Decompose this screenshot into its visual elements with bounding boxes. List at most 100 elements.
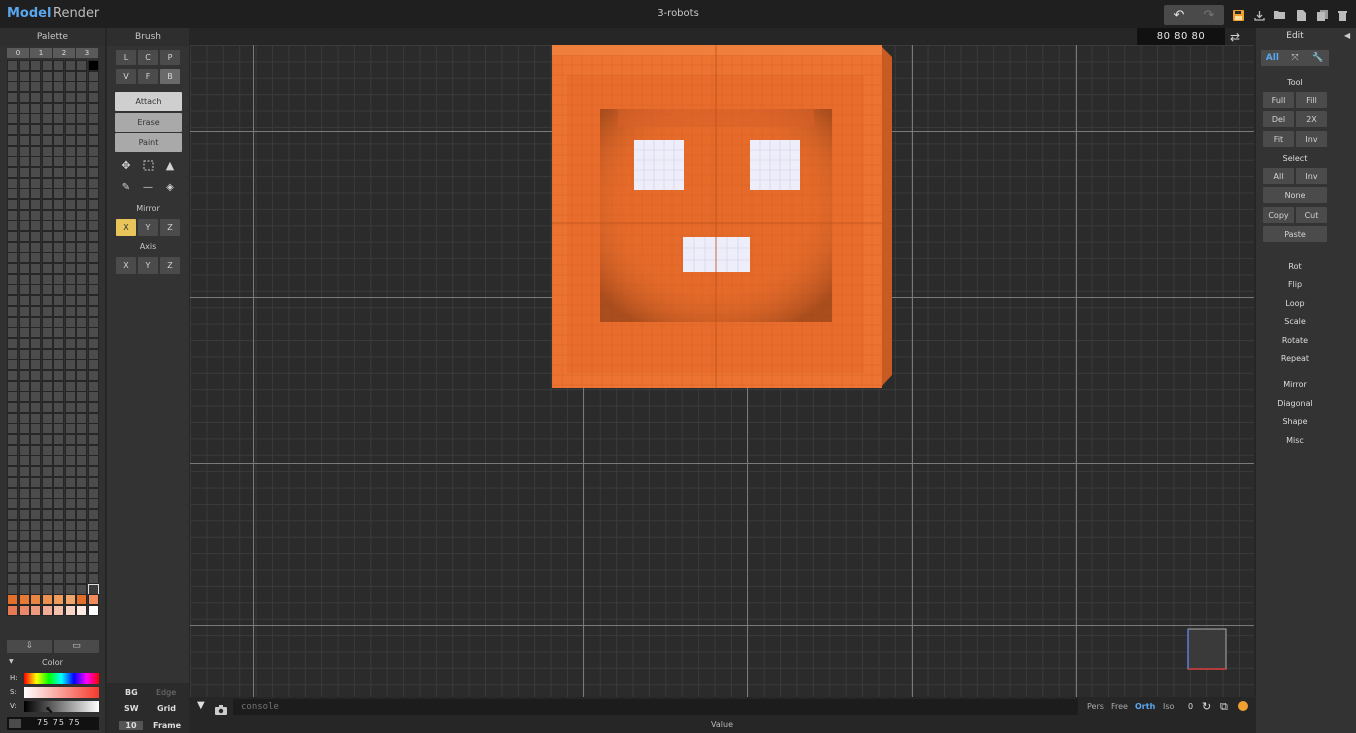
palette-swatch[interactable] (53, 145, 64, 157)
palette-swatch[interactable] (64, 434, 76, 446)
undo-icon[interactable]: ↶ (1164, 5, 1194, 25)
palette-swatch[interactable] (53, 487, 64, 499)
palette-swatch[interactable] (64, 348, 76, 360)
palette-swatch[interactable] (7, 102, 18, 114)
palette-swatch[interactable] (7, 113, 18, 125)
palette-swatch[interactable] (30, 337, 41, 349)
palette-swatch[interactable] (30, 498, 41, 510)
palette-swatch[interactable] (18, 188, 30, 200)
palette-swatch[interactable] (30, 145, 41, 157)
palette-swatch[interactable] (7, 220, 18, 232)
palette-swatch[interactable] (41, 573, 53, 584)
palette-swatch[interactable] (7, 583, 18, 595)
copy-button[interactable]: Copy (1263, 207, 1294, 223)
palette-swatch[interactable] (64, 476, 76, 488)
palette-swatch[interactable] (87, 444, 99, 456)
palette-swatch[interactable] (53, 573, 64, 584)
palette-swatch[interactable] (87, 391, 99, 403)
value-bar[interactable] (24, 701, 99, 712)
palette-swatch[interactable] (41, 263, 53, 275)
palette-swatch[interactable] (30, 134, 41, 146)
palette-swatch[interactable] (30, 476, 41, 488)
palette-swatch[interactable] (18, 295, 30, 307)
palette-swatch[interactable] (64, 124, 76, 136)
palette-swatch[interactable] (76, 391, 87, 403)
palette-swatch[interactable] (30, 487, 41, 499)
palette-swatch[interactable] (64, 198, 76, 210)
palette-swatch[interactable] (76, 156, 87, 168)
palette-swatch[interactable] (7, 348, 18, 360)
palette-swatch[interactable] (7, 444, 18, 456)
palette-swatch[interactable] (64, 455, 76, 467)
palette-swatch[interactable] (87, 316, 99, 328)
palette-swatch[interactable] (41, 156, 53, 168)
tool-fit-button[interactable]: Fit (1263, 131, 1294, 147)
palette-swatch[interactable] (7, 327, 18, 339)
palette-swatch[interactable] (30, 434, 41, 446)
palette-swatch[interactable] (53, 102, 64, 114)
palette-swatch[interactable] (41, 327, 53, 339)
palette-swatch[interactable] (18, 412, 30, 424)
console-input[interactable] (233, 699, 1078, 715)
palette-swatch[interactable] (76, 284, 87, 296)
palette-swatch[interactable] (87, 551, 99, 563)
palette-swatch[interactable] (87, 540, 99, 552)
palette-swatch[interactable] (7, 605, 18, 617)
palette-swatch[interactable] (87, 177, 99, 189)
palette-swatch[interactable] (41, 412, 53, 424)
palette-swatch[interactable] (7, 284, 18, 296)
palette-swatch[interactable] (64, 487, 76, 499)
edit-tab-wrench-icon[interactable]: 🔧 (1306, 50, 1329, 66)
palette-swatch[interactable] (30, 60, 41, 71)
palette-swatch[interactable] (87, 466, 99, 478)
palette-swatch[interactable] (53, 284, 64, 296)
palette-swatch[interactable] (76, 70, 87, 82)
palette-swatch[interactable] (41, 284, 53, 296)
palette-swatch[interactable] (76, 241, 87, 253)
palette-swatch[interactable] (7, 198, 18, 210)
palette-swatch[interactable] (7, 166, 18, 178)
palette-swatch[interactable] (30, 423, 41, 435)
bucket-icon[interactable]: ◈ (160, 178, 180, 196)
palette-swatch[interactable] (53, 231, 64, 242)
move-icon[interactable]: ✥ (116, 156, 136, 174)
palette-swatch[interactable] (7, 252, 18, 264)
palette-swatch[interactable] (7, 295, 18, 307)
palette-swatch[interactable] (87, 60, 99, 71)
palette-swatch[interactable] (18, 273, 30, 285)
palette-swatch[interactable] (53, 305, 64, 317)
palette-swatch[interactable] (7, 145, 18, 157)
palette-swatch[interactable] (76, 327, 87, 339)
grid-toggle[interactable]: Grid (157, 704, 176, 713)
palette-swatch[interactable] (41, 466, 53, 478)
palette-swatch[interactable] (64, 327, 76, 339)
palette-swatch[interactable] (18, 508, 30, 520)
palette-swatch[interactable] (7, 177, 18, 189)
select-box-icon[interactable] (138, 156, 158, 174)
palette-swatch[interactable] (53, 60, 64, 71)
palette-swatch[interactable] (53, 434, 64, 446)
palette-swatch[interactable] (18, 369, 30, 381)
op-shape[interactable]: Shape (1256, 417, 1334, 426)
palette-swatch[interactable] (87, 508, 99, 520)
palette-swatch[interactable] (30, 327, 41, 339)
palette-swatch[interactable] (7, 316, 18, 328)
palette-swatch[interactable] (30, 519, 41, 531)
palette-swatch[interactable] (87, 220, 99, 232)
palette-swatch[interactable] (53, 295, 64, 307)
palette-swatch[interactable] (53, 562, 64, 574)
palette-swatch[interactable] (87, 573, 99, 584)
palette-swatch[interactable] (41, 391, 53, 403)
palette-swatch[interactable] (76, 466, 87, 478)
palette-swatch[interactable] (41, 188, 53, 200)
palette-swatch[interactable] (53, 583, 64, 595)
duplicate-icon[interactable] (1315, 6, 1329, 24)
palette-swatch[interactable] (87, 252, 99, 264)
palette-swatch[interactable] (53, 263, 64, 275)
op-rot[interactable]: Rot (1256, 262, 1334, 271)
palette-swatch[interactable] (7, 134, 18, 146)
palette-swatch[interactable] (76, 423, 87, 435)
render-preview-icon[interactable] (1238, 701, 1248, 711)
palette-swatch[interactable] (18, 81, 30, 93)
palette-swatch[interactable] (30, 466, 41, 478)
